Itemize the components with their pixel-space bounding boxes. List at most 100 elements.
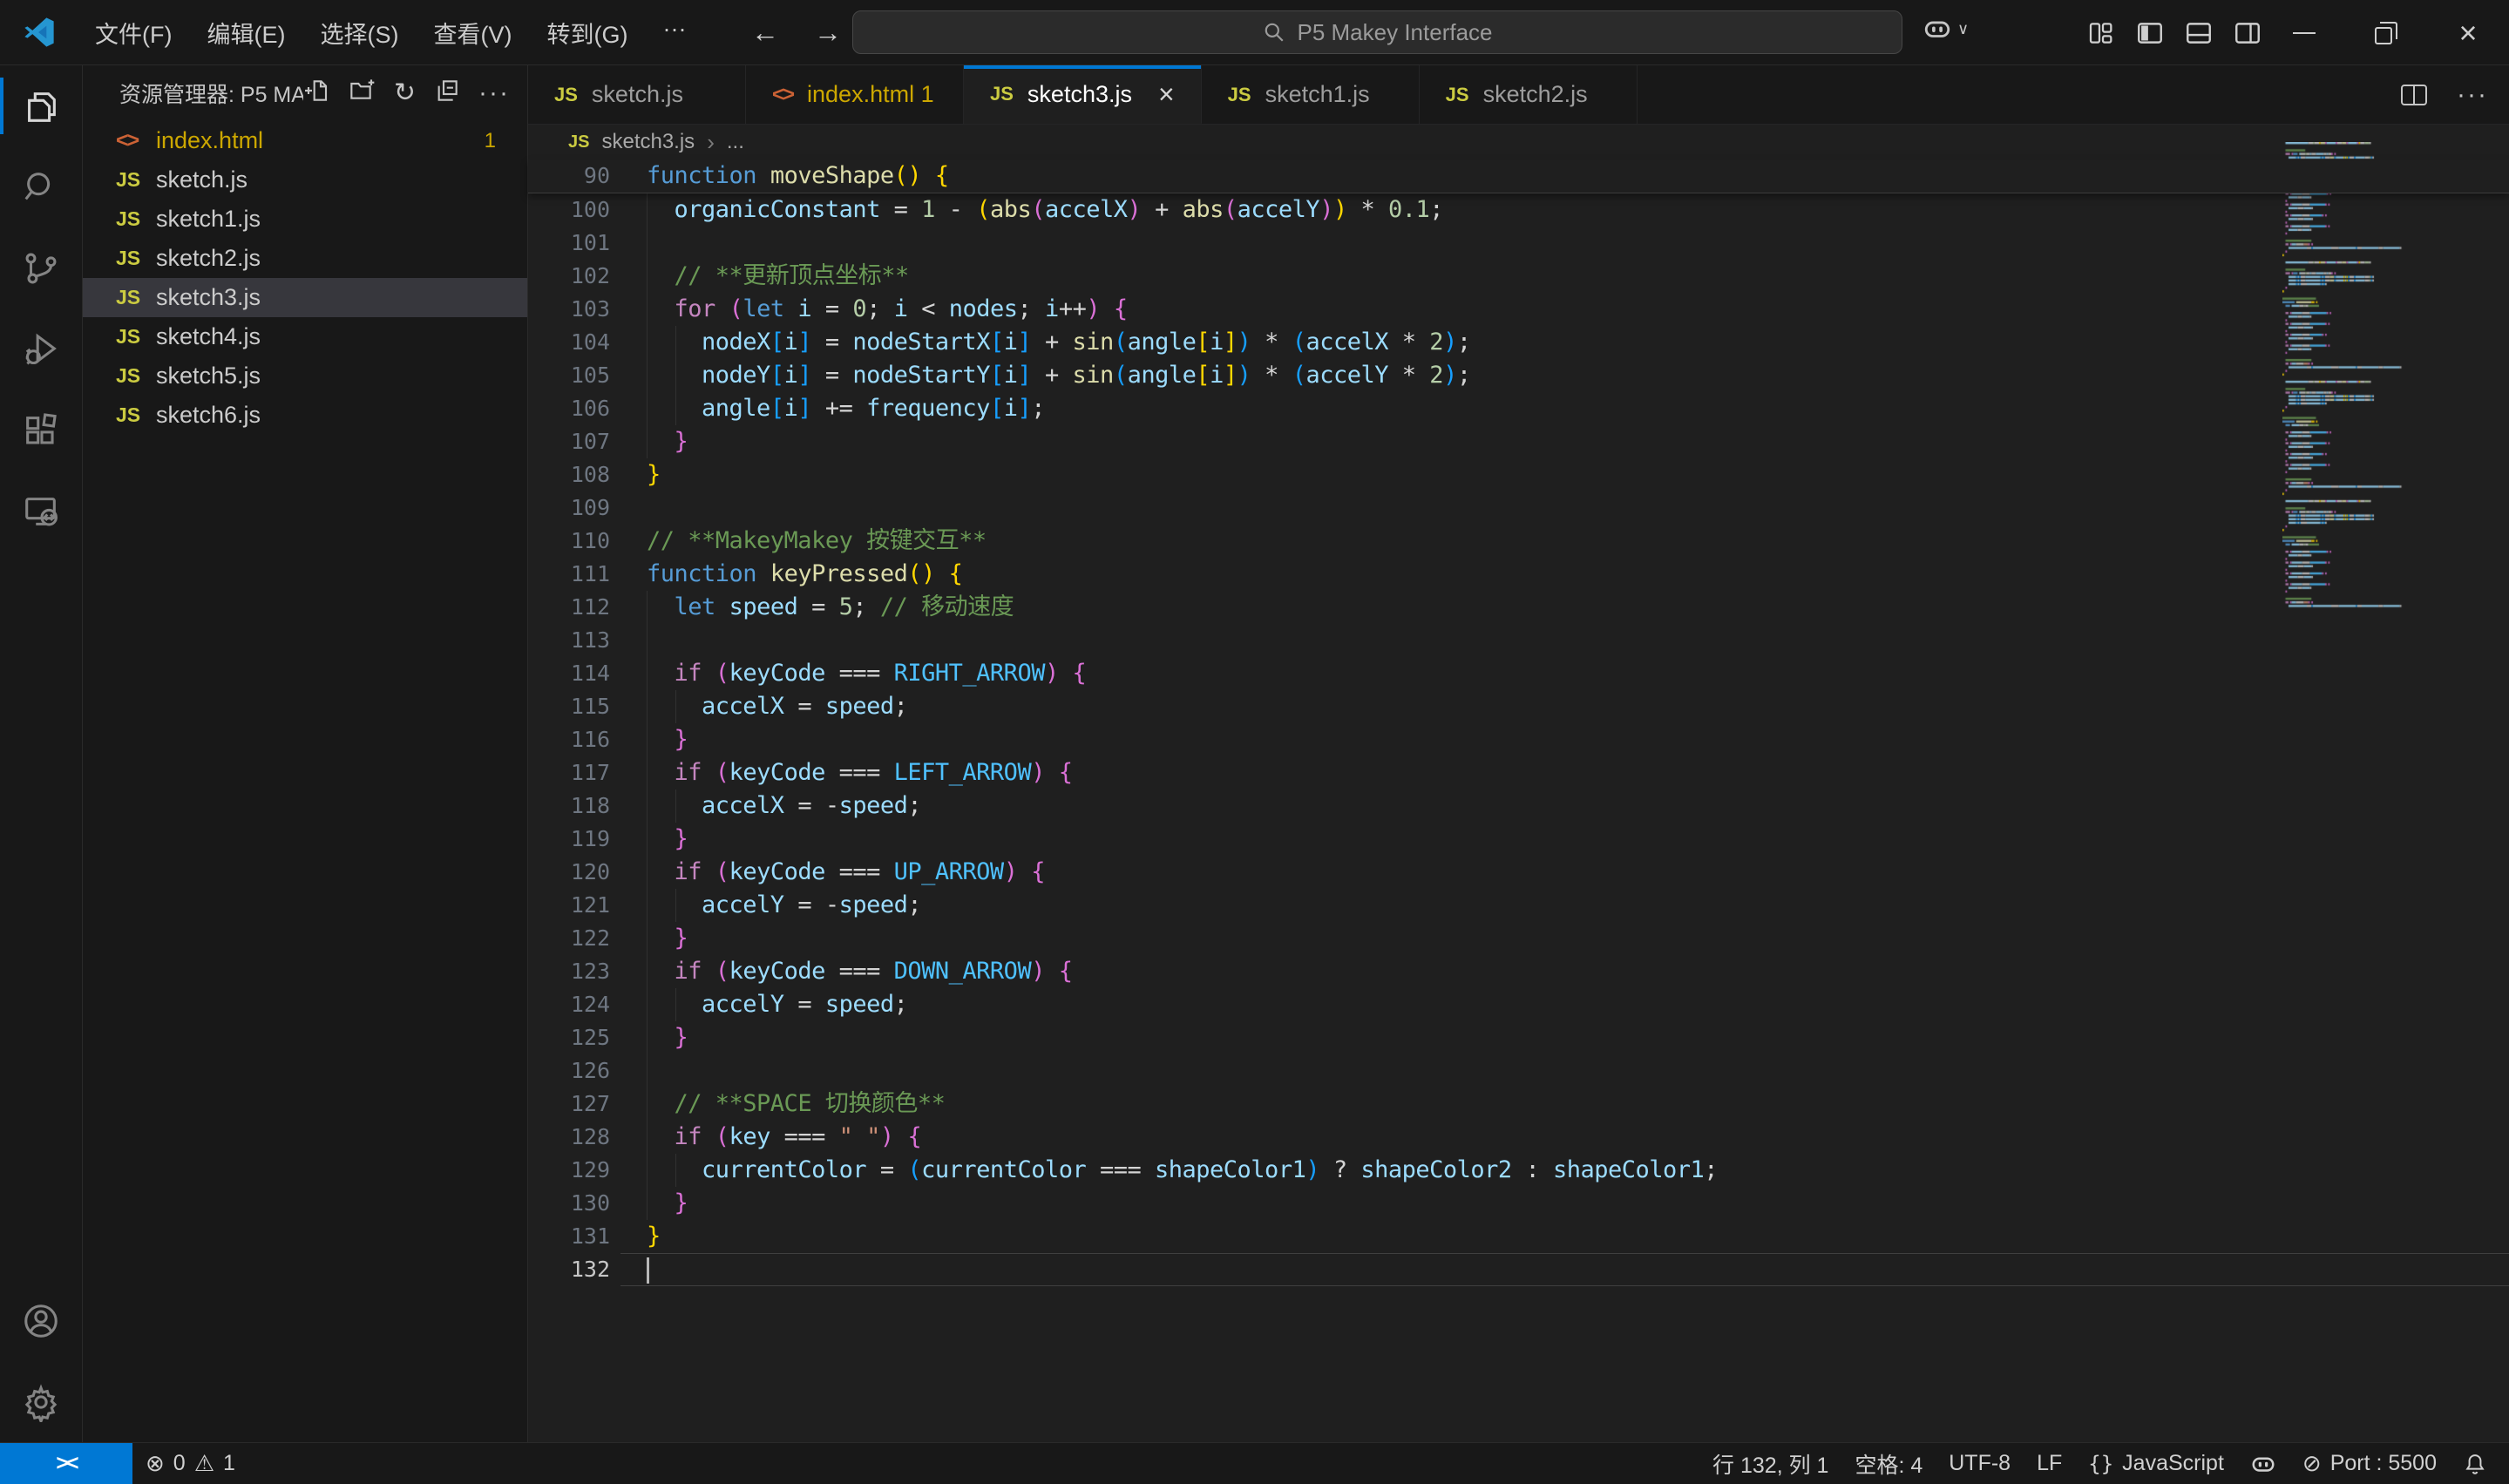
customize-layout-button[interactable] [2081,13,2121,53]
editor-group[interactable]: JSsketch.js<>index.html 1JSsketch3.js×JS… [528,65,2509,1442]
activity-run-debug[interactable] [0,308,82,390]
line-content: } [620,1187,2509,1220]
line-content: } [620,922,2509,955]
file-item-sketch.js[interactable]: JSsketch.js [83,160,527,200]
menu-item-5[interactable]: ··· [648,10,701,56]
activity-search[interactable] [0,146,82,227]
status-copilot[interactable] [2237,1443,2289,1484]
tab-bar: JSsketch.js<>index.html 1JSsketch3.js×JS… [528,65,2509,125]
menu-item-1[interactable]: 编辑(E) [192,10,300,56]
file-name: index.html [156,127,263,154]
line-number: 115 [528,690,620,723]
breadcrumb-more[interactable]: ... [727,130,744,154]
code-text: accelY = speed; [647,988,2509,1021]
toggle-sidebar-button[interactable] [2130,13,2170,53]
activity-extensions[interactable] [0,390,82,471]
code-text: angle[i] += frequency[i]; [647,392,2509,425]
command-center[interactable]: P5 Makey Interface [852,10,1902,54]
forward-arrow-icon[interactable]: → [814,17,842,49]
collapse-all-icon [433,77,461,105]
code-text: if (keyCode === RIGHT_ARROW) { [647,657,2509,690]
close-tab-icon[interactable]: × [1158,78,1175,111]
menu-item-3[interactable]: 查看(V) [418,10,526,56]
file-item-sketch6.js[interactable]: JSsketch6.js [83,396,527,435]
split-editor-button[interactable] [2401,85,2427,105]
collapse-all-button[interactable] [433,77,461,111]
tab-label: sketch3.js [1027,81,1132,108]
js-file-icon: JS [990,83,1014,105]
line-number: 106 [528,392,620,425]
line-number: 102 [528,260,620,293]
status-cursor-position[interactable]: 行 132, 列 1 [1699,1443,1841,1484]
sticky-scroll-line[interactable]: 90function moveShape() { [528,159,2509,193]
menu-item-0[interactable]: 文件(F) [80,10,186,56]
activity-source-control[interactable] [0,227,82,308]
status-language-mode[interactable]: {}JavaScript [2075,1443,2237,1484]
restore-button[interactable] [2345,0,2427,65]
activity-bar [0,65,83,1442]
minimap[interactable] [2282,142,2413,613]
tab-sketch3.js[interactable]: JS sketch3.js × [964,65,1202,124]
status-indentation[interactable]: 空格: 4 [1841,1443,1936,1484]
code-line-126: 126 [528,1054,2509,1088]
breadcrumb[interactable]: JS sketch3.js › ... [528,125,2509,159]
tab-index.html[interactable]: <>index.html 1 [746,65,964,124]
file-item-sketch2.js[interactable]: JSsketch2.js [83,239,527,278]
line-content: nodeY[i] = nodeStartY[i] + sin(angle[i])… [620,359,2509,392]
toggle-secondary-sidebar-button[interactable] [2228,13,2268,53]
activity-remote-explorer[interactable] [0,471,82,552]
close-button[interactable]: × [2427,0,2509,65]
activity-settings[interactable] [0,1361,82,1442]
back-arrow-icon[interactable]: ← [751,17,779,49]
code-area[interactable]: 90function moveShape() { 100 organicCons… [528,159,2509,1286]
line-content: currentColor = (currentColor === shapeCo… [620,1154,2509,1187]
problems-status[interactable]: ⊗ 0 ⚠ 1 [132,1443,248,1484]
activity-account[interactable] [0,1280,82,1361]
code-line-130: 130 } [528,1187,2509,1220]
copilot-button[interactable]: ∨ [1922,14,1969,44]
tab-sketch.js[interactable]: JSsketch.js [528,65,746,124]
file-item-sketch5.js[interactable]: JSsketch5.js [83,356,527,396]
line-content: let speed = 5; // 移动速度 [620,591,2509,624]
file-item-sketch4.js[interactable]: JSsketch4.js [83,317,527,356]
refresh-button[interactable]: ↻ [394,80,416,107]
command-center-text: P5 Makey Interface [1298,19,1493,46]
new-file-button[interactable] [303,77,331,111]
code-text: accelX = speed; [647,690,2509,723]
status-eol[interactable]: LF [2024,1443,2075,1484]
new-folder-button[interactable] [349,77,376,111]
code-line-132: 132 [528,1253,2509,1286]
file-list: <>index.html1JSsketch.jsJSsketch1.jsJSsk… [83,121,527,435]
minimize-icon [2293,32,2316,34]
status-label: 空格: 4 [1855,1448,1922,1480]
code-text: if (keyCode === UP_ARROW) { [647,856,2509,889]
line-number: 127 [528,1088,620,1121]
menu-item-2[interactable]: 选择(S) [305,10,413,56]
file-item-sketch1.js[interactable]: JSsketch1.js [83,200,527,239]
file-item-sketch3.js[interactable]: JSsketch3.js [83,278,527,317]
line-content: if (keyCode === DOWN_ARROW) { [620,955,2509,988]
indent-guide [647,227,648,260]
menu-bar: 文件(F)编辑(E)选择(S)查看(V)转到(G)··· [80,10,701,56]
remote-indicator[interactable]: >< [0,1443,132,1484]
tab-sketch2.js[interactable]: JSsketch2.js [1420,65,1638,124]
gear-icon [21,1382,61,1422]
indent-guide [675,326,676,359]
code-text: } [647,723,2509,756]
layout-controls [2081,0,2268,65]
breadcrumb-file[interactable]: sketch3.js [601,130,695,154]
minimize-button[interactable] [2263,0,2345,65]
line-content [620,227,2509,260]
activity-explorer[interactable] [0,65,82,146]
tab-sketch1.js[interactable]: JSsketch1.js [1202,65,1420,124]
file-item-index.html[interactable]: <>index.html1 [83,121,527,160]
status-encoding[interactable]: UTF-8 [1936,1443,2024,1484]
indent-guide [647,889,648,922]
code-line-112: 112 let speed = 5; // 移动速度 [528,591,2509,624]
more-button[interactable]: ··· [2457,80,2488,110]
menu-item-4[interactable]: 转到(G) [532,10,642,56]
toggle-panel-button[interactable] [2179,13,2219,53]
status-live-server-port[interactable]: ⊘Port : 5500 [2289,1443,2450,1484]
status-notifications[interactable] [2450,1443,2500,1484]
more-button[interactable]: ··· [478,78,510,108]
